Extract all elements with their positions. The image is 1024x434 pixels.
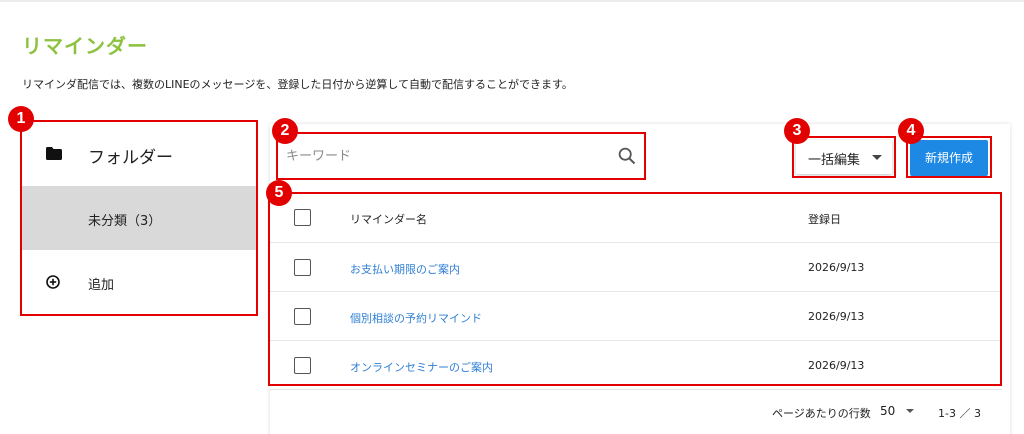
page-description: リマインダ配信では、複数のLINEのメッセージを、登録した日付から逆算して自動で… [22,78,573,91]
table-row: 個別相談の予約リマインド 2026/9/13 [270,292,1002,341]
folder-item-uncategorized[interactable]: 未分類（3） [22,186,256,250]
annotation-badge-3: 3 [784,118,810,144]
annotation-badge-1: 1 [8,106,34,132]
search-icon[interactable] [618,147,636,165]
add-folder-label: 追加 [88,278,115,293]
table-row: オンラインセミナーのご案内 2026/9/13 [270,341,1002,390]
annotation-badge-2: 2 [272,118,298,144]
folder-header: フォルダー [22,122,256,186]
registered-date: 2026/9/13 [808,310,865,323]
add-circle-icon [46,275,60,289]
row-checkbox[interactable] [294,308,311,325]
rows-per-page-select[interactable]: 50 [880,404,895,418]
bulk-edit-dropdown[interactable]: 一括編集 [796,140,892,174]
reminder-name-link[interactable]: 個別相談の予約リマインド [350,310,482,326]
bulk-edit-label: 一括編集 [808,153,861,168]
row-checkbox[interactable] [294,357,311,374]
annotation-badge-4: 4 [898,118,924,144]
reminder-name-link[interactable]: オンラインセミナーのご案内 [350,359,493,375]
folder-header-label: フォルダー [88,148,173,168]
table-row: お支払い期限のご案内 2026/9/13 [270,243,1002,292]
search-box [278,134,644,178]
page-title: リマインダー [22,34,148,58]
caret-down-icon[interactable] [906,409,914,413]
rows-per-page-label: ページあたりの行数 [772,407,871,420]
folder-panel: フォルダー 未分類（3） 追加 [22,122,256,314]
registered-date: 2026/9/13 [808,261,865,274]
folder-item-label: 未分類（3） [88,214,162,229]
add-folder-button[interactable]: 追加 [22,250,256,314]
page-range: 1-3 ／ 3 [938,407,981,420]
annotation-badge-5: 5 [266,180,292,206]
column-header-date: 登録日 [808,213,841,226]
table-header-row: リマインダー名 登録日 [270,194,1002,243]
select-all-checkbox[interactable] [294,209,311,226]
column-header-name: リマインダー名 [350,213,427,226]
search-input[interactable] [278,134,644,178]
row-checkbox[interactable] [294,259,311,276]
pagination: ページあたりの行数 50 1-3 ／ 3 [270,396,1002,426]
folder-icon [46,147,62,160]
caret-down-icon [872,155,882,160]
registered-date: 2026/9/13 [808,359,865,372]
new-reminder-button[interactable]: 新規作成 [910,140,988,176]
top-divider [0,0,1024,2]
reminder-name-link[interactable]: お支払い期限のご案内 [350,261,460,277]
